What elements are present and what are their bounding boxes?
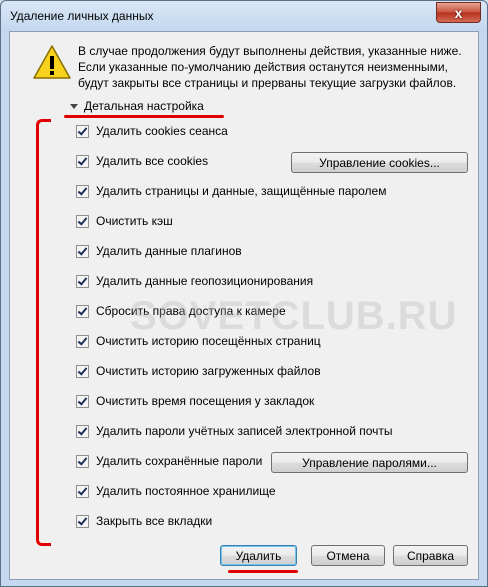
option-label: Удалить данные плагинов <box>96 244 242 258</box>
warning-line: В случае продолжения будут выполнены дей… <box>78 44 462 58</box>
annotation-bracket <box>36 119 51 546</box>
checkbox[interactable] <box>76 304 89 318</box>
window-title: Удаление личных данных <box>10 9 154 23</box>
option-label: Очистить историю загруженных файлов <box>96 364 321 378</box>
details-toggle-label: Детальная настройка <box>84 99 204 113</box>
option-download-history[interactable]: Очистить историю загруженных файлов <box>76 364 321 378</box>
dialog-content: В случае продолжения будут выполнены дей… <box>9 31 479 580</box>
option-session-cookies[interactable]: Удалить cookies сеанса <box>76 124 228 138</box>
close-icon: x <box>454 4 463 21</box>
option-close-all-tabs[interactable]: Закрыть все вкладки <box>76 514 212 528</box>
checkbox[interactable] <box>76 424 89 438</box>
option-persistent-storage[interactable]: Удалить постоянное хранилище <box>76 484 276 498</box>
option-geolocation-data[interactable]: Удалить данные геопозиционирования <box>76 274 313 288</box>
checkbox[interactable] <box>76 184 89 198</box>
option-label: Очистить кэш <box>96 214 173 228</box>
details-toggle[interactable]: Детальная настройка <box>70 99 204 113</box>
checkbox[interactable] <box>76 484 89 498</box>
dialog-window: Удаление личных данных x В случае продол… <box>0 0 488 587</box>
option-plugin-data[interactable]: Удалить данные плагинов <box>76 244 242 258</box>
option-label: Удалить cookies сеанса <box>96 124 228 138</box>
option-label: Удалить постоянное хранилище <box>96 484 276 498</box>
manage-passwords-button[interactable]: Управление паролями... <box>271 452 468 473</box>
option-label: Удалить данные геопозиционирования <box>96 274 314 288</box>
delete-button[interactable]: Удалить <box>220 545 297 566</box>
checkbox[interactable] <box>76 394 89 408</box>
option-clear-cache[interactable]: Очистить кэш <box>76 214 173 228</box>
warning-line: Если указанные по-умолчанию действия ост… <box>78 60 448 74</box>
watermark: SOVETCLUB.RU <box>130 294 458 338</box>
option-label: Удалить пароли учётных записей электронн… <box>96 424 393 438</box>
option-label: Очистить время посещения у закладок <box>96 394 315 408</box>
cancel-button[interactable]: Отмена <box>311 545 385 566</box>
option-label: Удалить страницы и данные, защищённые па… <box>96 184 387 198</box>
warning-line: будут закрыты все страницы и прерваны те… <box>78 76 457 90</box>
option-saved-passwords[interactable]: Удалить сохранённые пароли <box>76 454 262 468</box>
collapse-arrow-icon <box>70 103 78 109</box>
checkbox[interactable] <box>76 274 89 288</box>
checkbox[interactable] <box>76 364 89 378</box>
title-bar: Удаление личных данных x <box>1 1 487 31</box>
checkbox[interactable] <box>76 454 89 468</box>
close-button[interactable]: x <box>436 2 481 23</box>
checkbox[interactable] <box>76 124 89 138</box>
option-mail-passwords[interactable]: Удалить пароли учётных записей электронн… <box>76 424 393 438</box>
option-label: Удалить сохранённые пароли <box>96 454 263 468</box>
option-all-cookies[interactable]: Удалить все cookies <box>76 154 208 168</box>
option-label: Удалить все cookies <box>96 154 209 168</box>
checkbox[interactable] <box>76 244 89 258</box>
checkbox[interactable] <box>76 514 89 528</box>
checkbox[interactable] <box>76 214 89 228</box>
warning-message: В случае продолжения будут выполнены дей… <box>78 43 473 91</box>
annotation-underline-delete <box>228 570 298 573</box>
help-button[interactable]: Справка <box>393 545 468 566</box>
annotation-underline-details <box>64 115 224 118</box>
option-password-protected-data[interactable]: Удалить страницы и данные, защищённые па… <box>76 184 386 198</box>
checkbox[interactable] <box>76 154 89 168</box>
checkbox[interactable] <box>76 334 89 348</box>
warning-icon <box>33 45 71 79</box>
option-bookmark-visit-times[interactable]: Очистить время посещения у закладок <box>76 394 314 408</box>
option-label: Закрыть все вкладки <box>96 514 213 528</box>
manage-cookies-button[interactable]: Управление cookies... <box>291 152 468 173</box>
